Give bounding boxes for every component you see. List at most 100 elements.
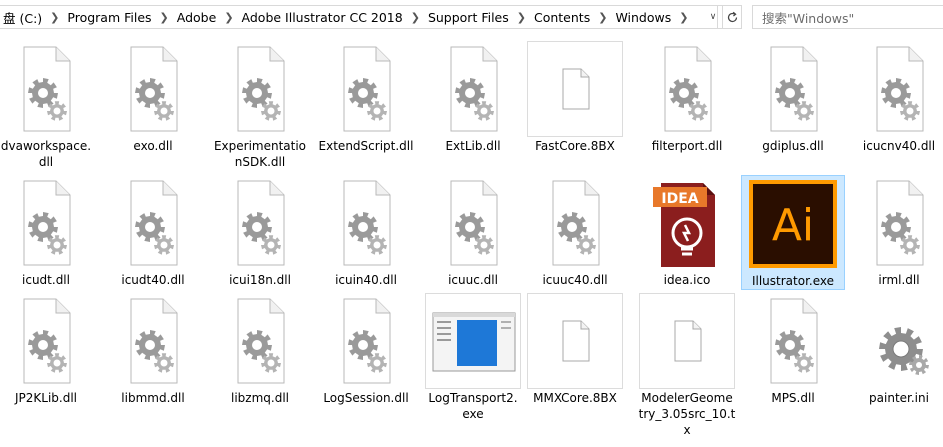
file-name: irml.dll bbox=[878, 273, 920, 287]
file-name: dvaworkspace. dll bbox=[0, 139, 92, 169]
breadcrumb-support-files[interactable]: Support Files bbox=[425, 10, 512, 25]
file-item[interactable]: filterport.dll bbox=[635, 41, 739, 154]
file-item[interactable]: Ai Illustrator.exe bbox=[741, 175, 845, 290]
dll-file-icon bbox=[212, 293, 308, 389]
search-input[interactable]: 搜索"Windows" bbox=[752, 5, 943, 29]
file-item[interactable]: icudt40.dll bbox=[101, 175, 205, 288]
breadcrumb-adobe[interactable]: Adobe bbox=[174, 10, 220, 25]
file-name: Illustrator.exe bbox=[751, 274, 835, 288]
breadcrumb-illustrator[interactable]: Adobe Illustrator CC 2018 bbox=[239, 10, 406, 25]
file-item[interactable]: dvaworkspace. dll bbox=[0, 41, 98, 170]
breadcrumb[interactable]: 盘 (C:) ❯ Program Files ❯ Adobe ❯ Adobe I… bbox=[0, 5, 718, 29]
breadcrumb-program-files[interactable]: Program Files bbox=[64, 10, 154, 25]
dll-file-icon bbox=[105, 293, 201, 389]
file-item[interactable]: MPS.dll bbox=[741, 293, 845, 406]
file-name: exo.dll bbox=[133, 139, 173, 153]
chevron-right-icon[interactable]: ❯ bbox=[674, 11, 693, 24]
refresh-button[interactable] bbox=[722, 5, 742, 29]
dll-file-icon bbox=[745, 293, 841, 389]
refresh-icon bbox=[727, 11, 737, 22]
file-name: icui18n.dll bbox=[229, 273, 291, 287]
dll-file-icon bbox=[212, 175, 308, 271]
blank-file-icon bbox=[527, 41, 623, 137]
file-item[interactable]: icucnv40.dll bbox=[847, 41, 943, 154]
window-app-icon bbox=[425, 293, 521, 389]
file-name: painter.ini bbox=[869, 391, 929, 405]
dll-file-icon bbox=[105, 175, 201, 271]
dll-file-icon bbox=[0, 293, 94, 389]
file-item[interactable]: icuuc.dll bbox=[421, 175, 525, 288]
file-item[interactable]: LogTransport2. exe bbox=[421, 293, 525, 422]
file-item[interactable]: FastCore.8BX bbox=[523, 41, 627, 154]
breadcrumb-contents[interactable]: Contents bbox=[531, 10, 593, 25]
file-item[interactable]: irml.dll bbox=[847, 175, 943, 288]
file-name: Experimentatio nSDK.dll bbox=[213, 139, 307, 169]
file-name: libzmq.dll bbox=[231, 391, 289, 405]
chevron-right-icon[interactable]: ❯ bbox=[45, 11, 64, 24]
file-grid: dvaworkspace. dll exo.dll Experimentatio nSD… bbox=[0, 35, 943, 447]
file-item[interactable]: ModelerGeome try_3.05src_10.t x bbox=[635, 293, 739, 438]
file-name: icuuc.dll bbox=[448, 273, 498, 287]
idea-ico-icon: IDEA bbox=[639, 175, 735, 271]
file-item[interactable]: painter.ini bbox=[847, 293, 943, 406]
file-item[interactable]: JP2KLib.dll bbox=[0, 293, 98, 406]
file-name: ExtendScript.dll bbox=[318, 139, 414, 153]
file-name: ExtLib.dll bbox=[445, 139, 501, 153]
dll-file-icon bbox=[851, 41, 943, 137]
settings-gear-icon bbox=[851, 293, 943, 389]
file-name: LogTransport2. exe bbox=[428, 391, 518, 421]
file-item[interactable]: icuuc40.dll bbox=[523, 175, 627, 288]
file-name: icudt40.dll bbox=[121, 273, 185, 287]
breadcrumb-windows[interactable]: Windows bbox=[612, 10, 674, 25]
chevron-right-icon[interactable]: ❯ bbox=[406, 11, 425, 24]
file-name: LogSession.dll bbox=[323, 391, 409, 405]
file-item[interactable]: icui18n.dll bbox=[208, 175, 312, 288]
file-name: JP2KLib.dll bbox=[14, 391, 77, 405]
dll-file-icon bbox=[745, 41, 841, 137]
blank-file-icon bbox=[639, 293, 735, 389]
chevron-right-icon[interactable]: ❯ bbox=[512, 11, 531, 24]
file-item[interactable]: IDEA idea.ico bbox=[635, 175, 739, 288]
file-item[interactable]: gdiplus.dll bbox=[741, 41, 845, 154]
chevron-right-icon[interactable]: ❯ bbox=[593, 11, 612, 24]
dll-file-icon bbox=[318, 175, 414, 271]
file-name: MMXCore.8BX bbox=[533, 391, 617, 405]
file-item[interactable]: exo.dll bbox=[101, 41, 205, 154]
chevron-right-icon[interactable]: ❯ bbox=[219, 11, 238, 24]
file-name: gdiplus.dll bbox=[762, 139, 824, 153]
breadcrumb-drive[interactable]: 盘 (C:) bbox=[0, 8, 45, 27]
svg-text:IDEA: IDEA bbox=[661, 191, 698, 207]
file-item[interactable]: ExtLib.dll bbox=[421, 41, 525, 154]
file-name: idea.ico bbox=[663, 273, 711, 287]
file-item[interactable]: icudt.dll bbox=[0, 175, 98, 288]
dll-file-icon bbox=[851, 175, 943, 271]
dll-file-icon bbox=[105, 41, 201, 137]
file-item[interactable]: MMXCore.8BX bbox=[523, 293, 627, 406]
file-item[interactable]: libzmq.dll bbox=[208, 293, 312, 406]
illustrator-app-icon: Ai bbox=[745, 176, 841, 272]
file-name: MPS.dll bbox=[771, 391, 815, 405]
file-item[interactable]: libmmd.dll bbox=[101, 293, 205, 406]
file-name: icudt.dll bbox=[22, 273, 70, 287]
dll-file-icon bbox=[0, 175, 94, 271]
file-name: icuuc40.dll bbox=[542, 273, 608, 287]
dll-file-icon bbox=[639, 41, 735, 137]
file-name: filterport.dll bbox=[651, 139, 723, 153]
file-name: icucnv40.dll bbox=[862, 139, 936, 153]
file-name: ModelerGeome try_3.05src_10.t x bbox=[638, 391, 736, 437]
dll-file-icon bbox=[425, 175, 521, 271]
file-name: icuin40.dll bbox=[335, 273, 397, 287]
svg-text:Ai: Ai bbox=[772, 200, 814, 251]
dll-file-icon bbox=[425, 41, 521, 137]
file-item[interactable]: ExtendScript.dll bbox=[314, 41, 418, 154]
dll-file-icon bbox=[318, 41, 414, 137]
file-item[interactable]: icuin40.dll bbox=[314, 175, 418, 288]
file-item[interactable]: Experimentatio nSDK.dll bbox=[208, 41, 312, 170]
chevron-down-icon[interactable]: ∨ bbox=[704, 5, 722, 29]
blank-file-icon bbox=[527, 293, 623, 389]
chevron-right-icon[interactable]: ❯ bbox=[155, 11, 174, 24]
file-name: libmmd.dll bbox=[121, 391, 185, 405]
address-bar: 盘 (C:) ❯ Program Files ❯ Adobe ❯ Adobe I… bbox=[0, 0, 943, 35]
dll-file-icon bbox=[527, 175, 623, 271]
file-item[interactable]: LogSession.dll bbox=[314, 293, 418, 406]
